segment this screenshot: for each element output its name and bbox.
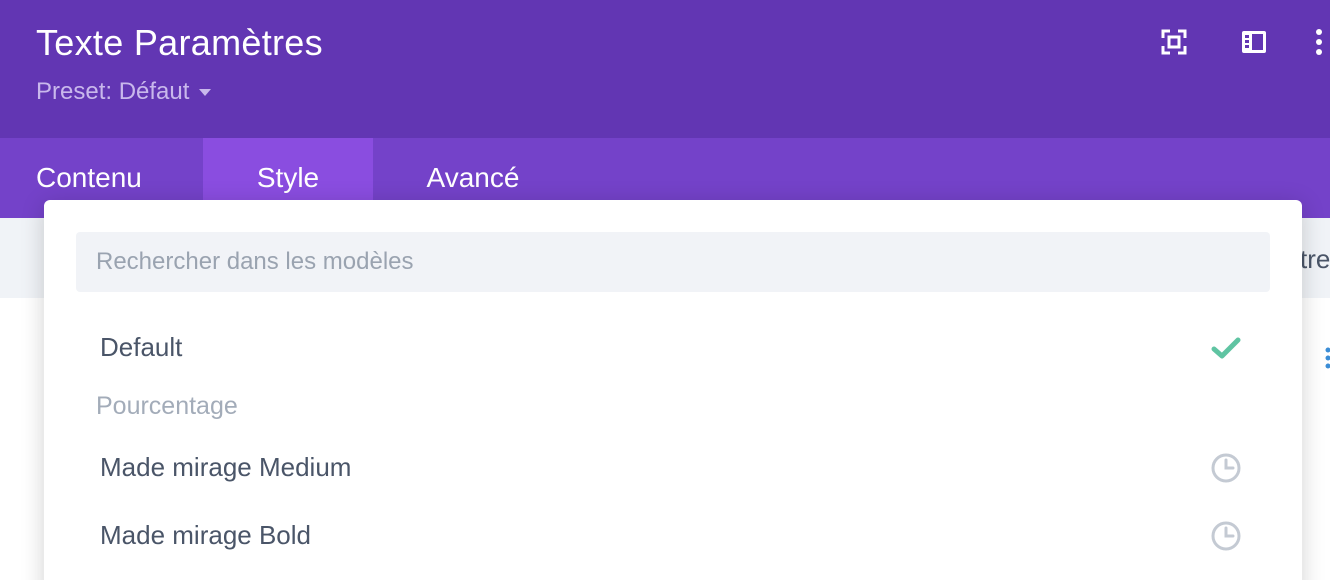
split-view-icon[interactable] [1240, 28, 1268, 56]
preset-item-label: Made mirage Medium [100, 452, 352, 482]
preset-item-label: Default [100, 332, 183, 362]
preset-search-input[interactable] [76, 232, 1270, 292]
preset-item-made-mirage-bold[interactable]: Made mirage Bold [76, 508, 1270, 564]
preset-item-label: Made mirage Bold [100, 520, 311, 550]
clock-icon [1211, 521, 1241, 551]
checkmark-icon [1211, 337, 1241, 359]
preset-label: Preset: Défaut [36, 78, 190, 105]
page-title: Texte Paramètres [36, 22, 323, 63]
more-options-icon[interactable] [1312, 28, 1326, 56]
settings-header: Texte Paramètres Preset: Défaut [0, 0, 1330, 138]
preset-selector[interactable]: Preset: Défaut [36, 78, 212, 106]
preset-item-default[interactable]: Default [76, 320, 1270, 376]
drag-handle-icon [1325, 347, 1330, 369]
preset-dropdown: Default Pourcentage Made mirage Medium M… [44, 200, 1302, 580]
fullscreen-icon[interactable] [1160, 28, 1188, 56]
clock-icon [1211, 453, 1241, 483]
background-partial-text: tre [1300, 244, 1330, 274]
caret-down-icon [199, 89, 212, 97]
preset-item-made-mirage-medium[interactable]: Made mirage Medium [76, 440, 1270, 496]
preset-group-label: Pourcentage [96, 392, 238, 420]
